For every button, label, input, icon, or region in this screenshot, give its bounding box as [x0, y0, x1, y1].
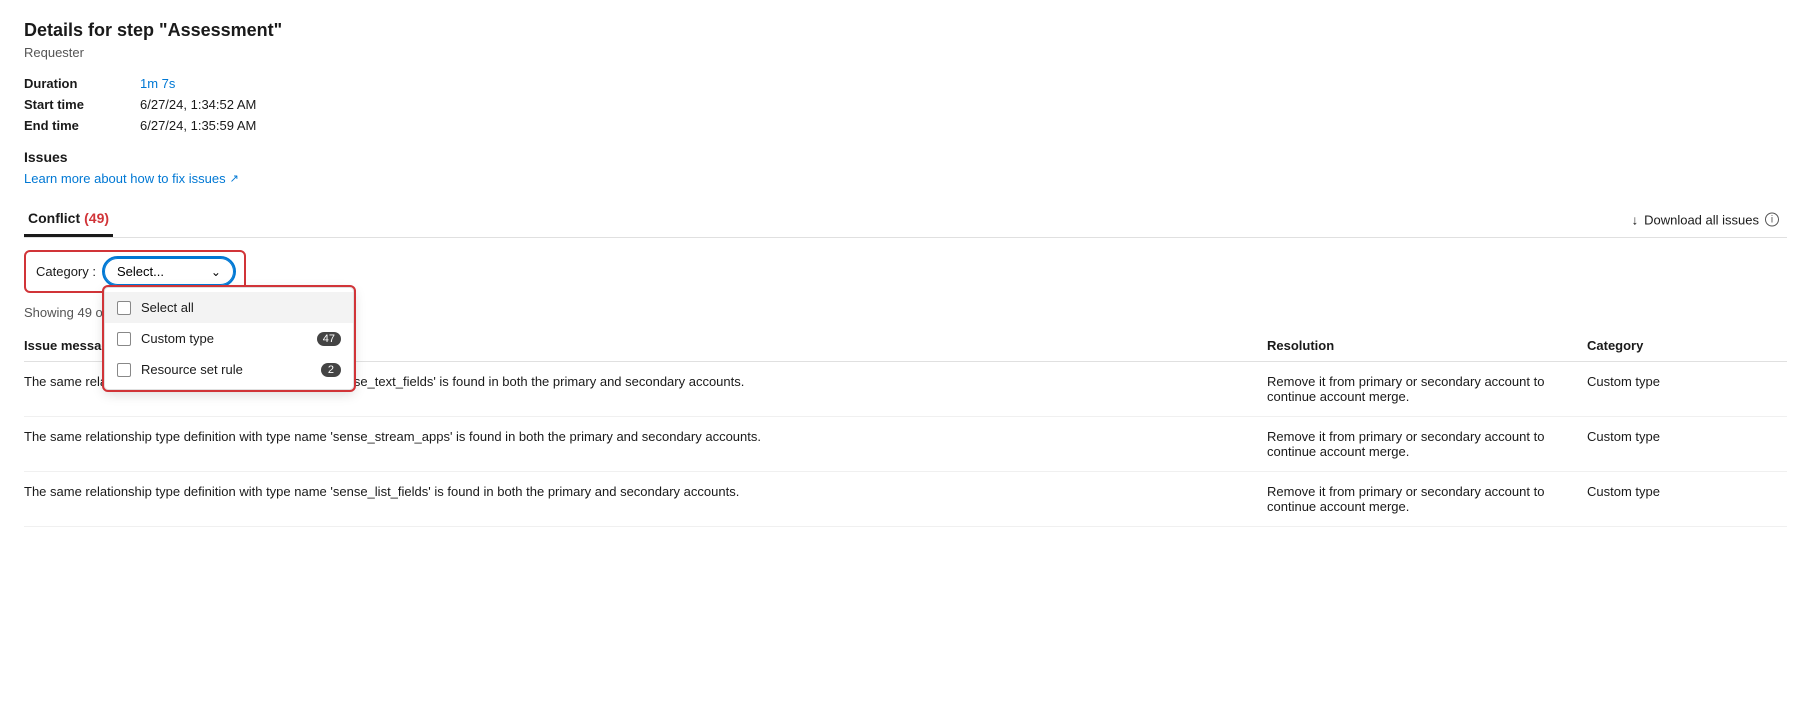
checkbox-custom-type[interactable] — [117, 332, 131, 346]
duration-label: Duration — [24, 76, 124, 91]
issues-heading: Issues — [24, 149, 1787, 165]
custom-type-label: Custom type — [141, 331, 214, 346]
end-value: 6/27/24, 1:35:59 AM — [140, 118, 1787, 133]
row3-message: The same relationship type definition wi… — [24, 484, 1267, 499]
category-dropdown-container: Select... ⌄ Select all Custom type 47 — [104, 258, 234, 285]
dropdown-placeholder: Select... — [117, 264, 164, 279]
select-all-label: Select all — [141, 300, 194, 315]
resource-set-rule-badge: 2 — [321, 363, 341, 377]
download-all-button[interactable]: ↓ Download all issues i — [1624, 208, 1787, 231]
start-value: 6/27/24, 1:34:52 AM — [140, 97, 1787, 112]
download-icon: ↓ — [1632, 212, 1639, 227]
checkbox-resource-set-rule[interactable] — [117, 363, 131, 377]
table-row: The same relationship type definition wi… — [24, 417, 1787, 472]
learn-more-link[interactable]: Learn more about how to fix issues ↗ — [24, 171, 239, 186]
end-label: End time — [24, 118, 124, 133]
row1-resolution: Remove it from primary or secondary acco… — [1267, 374, 1587, 404]
row2-message: The same relationship type definition wi… — [24, 429, 1267, 444]
tab-conflict-count: (49) — [84, 210, 109, 226]
page-title: Details for step "Assessment" — [24, 20, 1787, 41]
row2-resolution: Remove it from primary or secondary acco… — [1267, 429, 1587, 459]
col-header-resolution: Resolution — [1267, 338, 1587, 353]
dropdown-item-select-all[interactable]: Select all — [105, 292, 353, 323]
custom-type-badge: 47 — [317, 332, 341, 346]
dropdown-item-custom-type[interactable]: Custom type 47 — [105, 323, 353, 354]
col-header-category: Category — [1587, 338, 1787, 353]
dropdown-item-resource-set-rule[interactable]: Resource set rule 2 — [105, 354, 353, 385]
row1-category: Custom type — [1587, 374, 1787, 389]
category-dropdown-btn[interactable]: Select... ⌄ — [104, 258, 234, 285]
table-row: The same relationship type definition wi… — [24, 472, 1787, 527]
row3-category: Custom type — [1587, 484, 1787, 499]
download-label: Download all issues — [1644, 212, 1759, 227]
dropdown-menu: Select all Custom type 47 Resource set r… — [104, 287, 354, 390]
tab-conflict-label: Conflict — [28, 210, 80, 226]
chevron-down-icon: ⌄ — [211, 265, 221, 279]
row3-resolution: Remove it from primary or secondary acco… — [1267, 484, 1587, 514]
tab-conflict[interactable]: Conflict(49) — [24, 202, 113, 237]
row2-category: Custom type — [1587, 429, 1787, 444]
start-label: Start time — [24, 97, 124, 112]
page-subtitle: Requester — [24, 45, 1787, 60]
filter-category-label: Category : — [36, 264, 96, 279]
info-icon: i — [1765, 213, 1779, 227]
checkbox-select-all[interactable] — [117, 301, 131, 315]
duration-value: 1m 7s — [140, 76, 1787, 91]
external-link-icon: ↗ — [230, 172, 239, 185]
learn-more-text: Learn more about how to fix issues — [24, 171, 226, 186]
resource-set-rule-label: Resource set rule — [141, 362, 243, 377]
